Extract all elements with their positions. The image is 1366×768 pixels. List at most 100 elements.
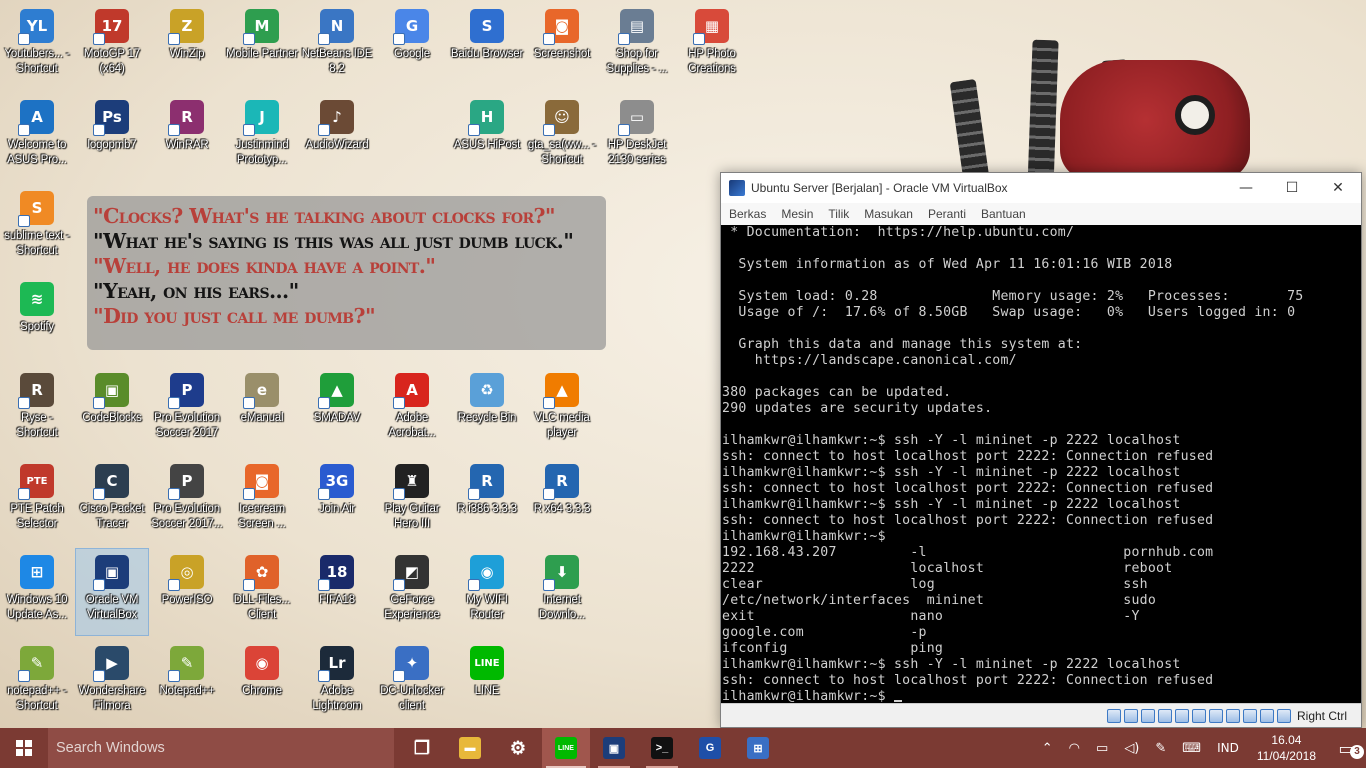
desktop-icon-logopmb7[interactable]: Ps logopmb7 [76,94,148,180]
desktop-icon-oracle-vm-virtualbox[interactable]: ▣ Oracle VM VirtualBox [75,548,149,636]
close-button[interactable]: ✕ [1315,173,1361,203]
display-icon[interactable] [1208,708,1223,723]
virtualbox-window[interactable]: Ubuntu Server [Berjalan] - Oracle VM Vir… [720,172,1362,728]
desktop-icon-emanual[interactable]: e eManual [226,367,298,453]
desktop-icon-vlc-media-player[interactable]: ▲ VLC media player [526,367,598,453]
app-icon: 18 [318,555,354,591]
desktop-icon-asus-hipost[interactable]: H ASUS HiPost [451,94,523,180]
volume-icon[interactable]: ◁) [1124,741,1139,756]
taskbar-app-network-app[interactable]: ⊞ [734,728,782,768]
desktop-icon-hp-photo-creations[interactable]: ▦ HP Photo Creations [676,3,748,89]
desktop-icon-icecream-screen[interactable]: ◙ Icecream Screen ... [226,458,298,544]
desktop-icon-play-guitar-hero-iii[interactable]: ♜ Play Guitar Hero III [376,458,448,544]
desktop-icon-justinmind-prototyp[interactable]: J Justinmind Prototyp... [226,94,298,180]
desktop-icon-youtubers-shortcut[interactable]: YL Youtubers... - Shortcut [1,3,73,89]
desktop-icon-label: Notepad++ [159,685,215,697]
desktop-icon-adobe-acrobat[interactable]: A Adobe Acrobat... [376,367,448,453]
desktop-icon-pro-evolution-soccer-2017[interactable]: P Pro Evolution Soccer 2017 [151,367,223,453]
menu-mesin[interactable]: Mesin [781,207,813,221]
start-button[interactable] [0,728,48,768]
desktop-icon-ryse-shortcut[interactable]: R Ryse - Shortcut [1,367,73,453]
usb-icon[interactable] [1174,708,1189,723]
desktop-icon-poweriso[interactable]: ◎ PowerISO [151,549,223,635]
desktop-icon-dll-files-client[interactable]: ✿ DLL-Files... Client [226,549,298,635]
desktop-icon-r-i386-3-3-3[interactable]: R R i386 3.3.3 [451,458,523,544]
keyboard-icon[interactable] [1276,708,1291,723]
desktop-icon-winrar[interactable]: R WinRAR [151,94,223,180]
menu-berkas[interactable]: Berkas [729,207,766,221]
taskbar-app-pdf-app[interactable]: G [686,728,734,768]
window-titlebar[interactable]: Ubuntu Server [Berjalan] - Oracle VM Vir… [721,173,1361,203]
desktop-icon-adobe-lightroom[interactable]: Lr Adobe Lightroom [301,640,373,726]
desktop-icon-join-air[interactable]: 3G Join Air [301,458,373,544]
desktop-icon-winzip[interactable]: Z WinZip [151,3,223,89]
taskbar-app-task-view[interactable]: ❐ [398,728,446,768]
desktop-icon-recycle-bin[interactable]: ♻ Recycle Bin [451,367,523,453]
desktop-icon-hp-deskjet-2130-series[interactable]: ▭ HP DeskJet 2130 series [601,94,673,180]
desktop-icon-audiowizard[interactable]: ♪ AudioWizard [301,94,373,180]
menu-peranti[interactable]: Peranti [928,207,966,221]
maximize-button[interactable]: ☐ [1269,173,1315,203]
desktop-icon-baidu-browser[interactable]: S Baidu Browser [451,3,523,89]
desktop-icon-shop-for-supplies[interactable]: ▤ Shop for Supplies - ... [601,3,673,89]
network-icon[interactable] [1157,708,1172,723]
desktop-icon-notepad-shortcut[interactable]: ✎ notepad++ - Shortcut [1,640,73,726]
video-capture-icon[interactable] [1225,708,1240,723]
desktop-icon-spotify[interactable]: ≋ Spotify [1,276,73,362]
menu-masukan[interactable]: Masukan [864,207,913,221]
desktop-icon-my-wifi-router[interactable]: ◉ My WIFI Router [451,549,523,635]
desktop-icon-wondershare-filmora[interactable]: ▶ Wondershare Filmora [76,640,148,726]
desktop-icon-netbeans-ide-8-2[interactable]: N NetBeans IDE 8.2 [301,3,373,89]
menu-bantuan[interactable]: Bantuan [981,207,1026,221]
desktop-icon-motogp-17-x64[interactable]: 17 MotoGP 17 (x64) [76,3,148,89]
audio-icon[interactable] [1140,708,1155,723]
desktop-icon-dc-unlocker-client[interactable]: ✦ DC-Unlocker client [376,640,448,726]
taskbar-app-command-prompt[interactable]: >_ [638,728,686,768]
desktop-icon-codeblocks[interactable]: ▣ CodeBlocks [76,367,148,453]
desktop-icon-internet-downlo[interactable]: ⬇ Internet Downlo... [526,549,598,635]
desktop-icon-r-x64-3-3-3[interactable]: R R x64 3.3.3 [526,458,598,544]
desktop-icon-cisco-packet-tracer[interactable]: C Cisco Packet Tracer [76,458,148,544]
battery-icon[interactable]: ▭ [1096,741,1108,756]
menu-tilik[interactable]: Tilik [828,207,849,221]
taskbar-app-line[interactable]: LINE [542,728,590,768]
desktop-icon-pte-patch-selector[interactable]: PTE PTE Patch Selector [1,458,73,544]
shared-folders-icon[interactable] [1191,708,1206,723]
desktop-icon-sublime-text-shortcut[interactable]: Ssublime text - Shortcut [1,185,73,271]
minimize-button[interactable]: — [1223,173,1269,203]
desktop-icon-line[interactable]: LINE LINE [451,640,523,726]
taskbar-app-file-explorer[interactable]: ▬ [446,728,494,768]
app-icon: ◉ [468,555,504,591]
wifi-icon[interactable]: ◠ [1069,741,1080,756]
desktop-icon-windows-10-update-as[interactable]: ⊞ Windows 10 Update As... [1,549,73,635]
desktop-icon-welcome-to-asus-pro[interactable]: A Welcome to ASUS Pro... [1,94,73,180]
taskbar-app-settings[interactable]: ⚙ [494,728,542,768]
action-center-button[interactable]: ▭ 3 [1326,728,1366,768]
hard-disk-icon[interactable] [1106,708,1121,723]
app-icon: P [168,464,204,500]
network-app-icon: ⊞ [747,737,769,759]
taskbar-app-virtualbox[interactable]: ▣ [590,728,638,768]
input-language[interactable]: IND [1217,741,1239,755]
desktop-icon-fifa18[interactable]: 18 FIFA18 [301,549,373,635]
desktop-icon-smadav[interactable]: ▲ SMADAV [301,367,373,453]
desktop-icon-label: PTE Patch Selector [10,503,64,530]
pen-icon[interactable]: ✎ [1155,741,1166,756]
desktop-icon-chrome[interactable]: ◉ Chrome [226,640,298,726]
show-hidden-icons-icon[interactable]: ⌃ [1042,741,1053,756]
search-box[interactable]: Search Windows [48,728,394,768]
desktop-icon-google[interactable]: G Google [376,3,448,89]
mouse-integration-icon[interactable] [1259,708,1274,723]
desktop-icon-notepad[interactable]: ✎ Notepad++ [151,640,223,726]
vm-console[interactable]: * Documentation: https://help.ubuntu.com… [721,225,1361,704]
cpu-icon[interactable] [1242,708,1257,723]
desktop-icon-geforce-experience[interactable]: ◩ GeForce Experience [376,549,448,635]
desktop-icon-label: Mobile Partner [226,48,298,60]
clock[interactable]: 16.04 11/04/2018 [1257,732,1316,764]
desktop-icon-screenshot[interactable]: ◙ Screenshot [526,3,598,89]
touch-keyboard-icon[interactable]: ⌨ [1182,741,1201,756]
desktop-icon-mobile-partner[interactable]: M Mobile Partner [226,3,298,89]
desktop-icon-pro-evolution-soccer-2017[interactable]: P Pro Evolution Soccer 2017... [151,458,223,544]
optical-drive-icon[interactable] [1123,708,1138,723]
desktop-icon-gta-sa-ww-shortcut[interactable]: ☺ gta_sa(ww... - Shortcut [526,94,598,180]
